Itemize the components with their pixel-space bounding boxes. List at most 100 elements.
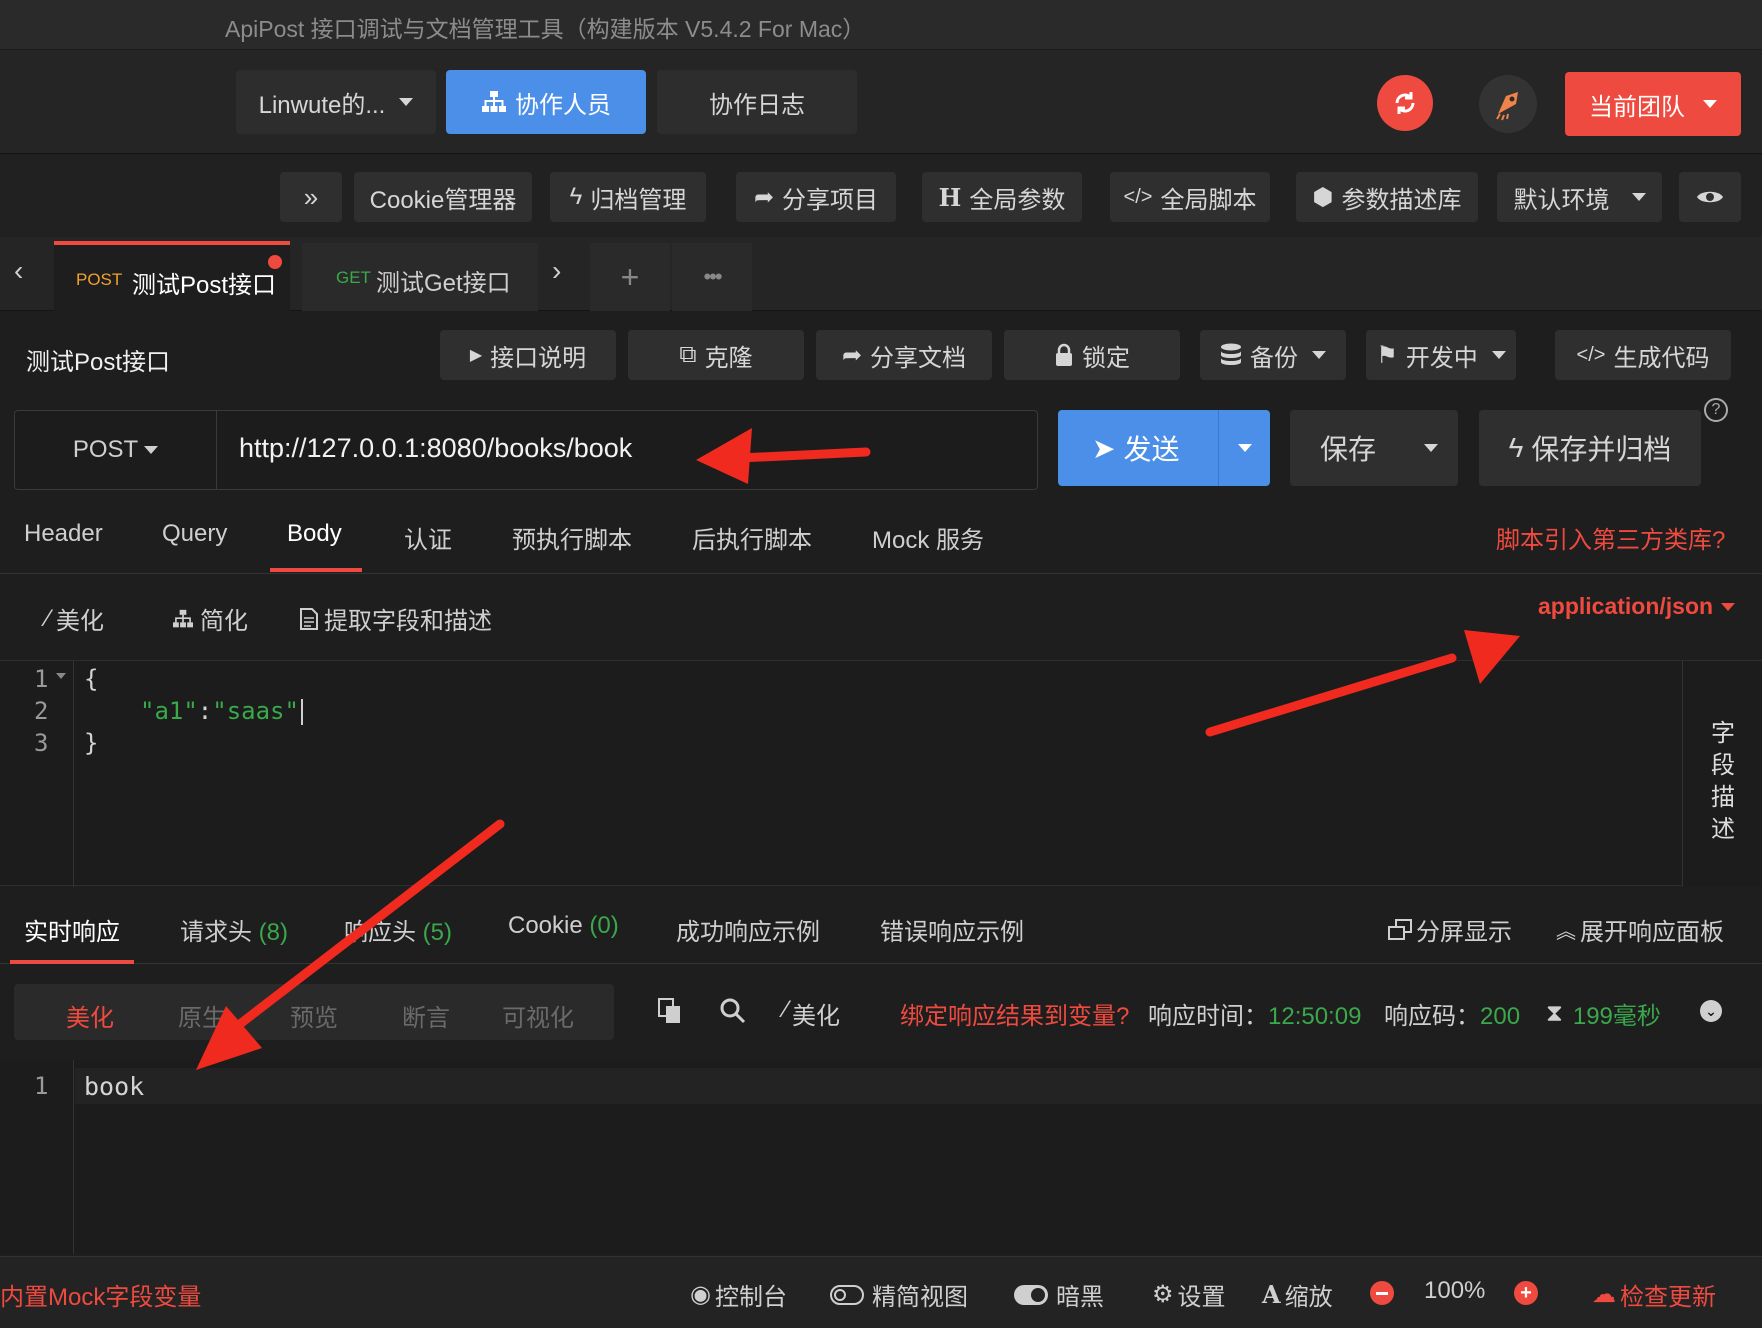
archive-manager-button[interactable]: ϟ 归档管理 xyxy=(550,172,706,222)
status-select[interactable]: ⚑ 开发中 xyxy=(1366,330,1516,380)
collab-log-button[interactable]: 协作日志 xyxy=(657,70,857,134)
clone-button[interactable]: ⧉ 克隆 xyxy=(628,330,804,380)
response-toolbar: 美化 原生 预览 断言 可视化 ⁄ 美化 绑定响应结果到变量? 响应时间：12:5… xyxy=(0,966,1762,1058)
tab-method: POST xyxy=(76,270,123,289)
chevron-down-icon xyxy=(1312,351,1326,359)
global-script-button[interactable]: </> 全局脚本 xyxy=(1110,172,1270,222)
tab-query[interactable]: Query xyxy=(162,520,227,548)
response-beautify-button[interactable]: ⁄ 美化 xyxy=(784,996,840,1031)
third-party-library-link[interactable]: 脚本引入第三方类库? xyxy=(1496,520,1725,555)
mock-variables-link[interactable]: 内置Mock字段变量 xyxy=(0,1277,201,1312)
mode-raw[interactable]: 原生 xyxy=(178,998,226,1033)
avatar[interactable] xyxy=(1479,75,1537,133)
api-description-label: 接口说明 xyxy=(490,344,587,372)
fold-icon[interactable] xyxy=(56,673,66,679)
tab-more-button[interactable]: ••• xyxy=(672,243,752,311)
tab-error-example[interactable]: 错误响应示例 xyxy=(880,912,1024,947)
save-archive-button[interactable]: ϟ 保存并归档 xyxy=(1479,410,1701,486)
download-response-button[interactable]: ⌄ xyxy=(1700,1000,1722,1022)
add-tab-button[interactable]: + xyxy=(590,243,670,311)
tab-pre-script[interactable]: 预执行脚本 xyxy=(512,520,632,555)
tab-cookie-count: (0) xyxy=(589,912,619,939)
collaborators-button[interactable]: 协作人员 xyxy=(446,70,646,134)
toolbar-more-button[interactable]: » xyxy=(280,172,342,222)
tab-auth[interactable]: 认证 xyxy=(404,520,452,555)
team-select[interactable]: Linwute的... xyxy=(236,70,436,134)
extract-fields-button[interactable]: 提取字段和描述 xyxy=(300,601,492,636)
send-button[interactable]: ➤ 发送 xyxy=(1058,410,1270,486)
param-desc-library-button[interactable]: ⬢ 参数描述库 xyxy=(1296,172,1478,222)
tab-post-script[interactable]: 后执行脚本 xyxy=(692,520,812,555)
environment-label: 默认环境 xyxy=(1513,186,1610,214)
bolt-icon: ϟ xyxy=(1508,432,1524,463)
chevron-down-icon xyxy=(1491,351,1506,359)
line-number: 1 xyxy=(34,1072,49,1100)
current-team-button[interactable]: 当前团队 xyxy=(1565,72,1741,136)
expand-panel-button[interactable]: ︽ 展开响应面板 xyxy=(1556,912,1724,947)
caret-right-icon: ▶ xyxy=(469,347,483,364)
search-response-button[interactable] xyxy=(720,998,746,1029)
document-icon xyxy=(300,607,318,630)
simplify-button[interactable]: 简化 xyxy=(172,601,248,636)
tab-success-example[interactable]: 成功响应示例 xyxy=(676,912,820,947)
content-type-select[interactable]: application/json xyxy=(1538,593,1736,620)
zoom-out-button[interactable] xyxy=(1370,1281,1394,1305)
lock-button[interactable]: 锁定 xyxy=(1004,330,1180,380)
method-select[interactable]: POST xyxy=(15,411,217,489)
tabs-scroll-left[interactable]: ‹ xyxy=(14,255,23,287)
tab-body[interactable]: Body xyxy=(287,520,342,548)
mode-preview[interactable]: 预览 xyxy=(290,998,338,1033)
chevron-down-icon[interactable] xyxy=(1424,444,1438,452)
url-input[interactable]: http://127.0.0.1:8080/books/book xyxy=(239,433,632,464)
tab-realtime-response[interactable]: 实时响应 xyxy=(24,912,120,947)
help-icon[interactable]: ? xyxy=(1704,398,1728,422)
chevron-down-icon[interactable] xyxy=(1238,444,1252,452)
window-title: ApiPost 接口调试与文档管理工具（构建版本 V5.4.2 For Mac） xyxy=(225,16,866,42)
tab-cookie[interactable]: Cookie (0) xyxy=(508,912,619,940)
tab-mock-service[interactable]: Mock 服务 xyxy=(872,520,984,555)
console-button[interactable]: ◉ 控制台 xyxy=(690,1277,787,1312)
cookie-manager-button[interactable]: Cookie管理器 xyxy=(354,172,532,222)
check-update-button[interactable]: ☁ 检查更新 xyxy=(1592,1277,1716,1312)
tab-get-request[interactable]: GET 测试Get接口 xyxy=(302,243,538,311)
response-body[interactable]: 1 book xyxy=(0,1060,1762,1254)
tab-header[interactable]: Header xyxy=(24,520,103,548)
tabs-scroll-right[interactable]: › xyxy=(552,255,561,287)
share-project-button[interactable]: ➦ 分享项目 xyxy=(736,172,896,222)
code-close-brace: } xyxy=(84,729,99,757)
copy-response-button[interactable] xyxy=(658,998,682,1029)
environment-select[interactable]: 默认环境 xyxy=(1497,172,1662,222)
api-description-button[interactable]: ▶ 接口说明 xyxy=(440,330,616,380)
split-view-button[interactable]: 分屏显示 xyxy=(1388,912,1512,947)
tab-response-headers[interactable]: 响应头 (5) xyxy=(344,912,452,947)
cube-icon: ⬢ xyxy=(1312,183,1334,211)
body-editor[interactable]: 1 2 3 { "a1":"saas" } xyxy=(0,660,1682,887)
dark-mode-toggle[interactable]: 暗黑 xyxy=(1014,1277,1104,1312)
settings-button[interactable]: ⚙ 设置 xyxy=(1152,1277,1226,1312)
share-doc-button[interactable]: ➦ 分享文档 xyxy=(816,330,992,380)
global-params-button[interactable]: H 全局参数 xyxy=(922,172,1082,222)
send-dropdown-divider xyxy=(1218,410,1219,486)
cloud-download-icon: ☁ xyxy=(1592,1281,1616,1308)
generate-code-button[interactable]: </> 生成代码 xyxy=(1555,330,1731,380)
mode-assert[interactable]: 断言 xyxy=(402,998,450,1033)
bind-variable-link[interactable]: 绑定响应结果到变量? xyxy=(900,996,1129,1031)
compact-view-toggle[interactable]: 精简视图 xyxy=(830,1277,968,1312)
field-description-panel[interactable]: 字 段 描 述 xyxy=(1682,660,1762,886)
beautify-button[interactable]: ⁄ 美化 xyxy=(46,601,104,636)
status-label: 开发中 xyxy=(1405,344,1478,372)
zoom-in-button[interactable]: + xyxy=(1514,1281,1538,1305)
flag-icon: ⚑ xyxy=(1376,341,1398,369)
mode-beautify[interactable]: 美化 xyxy=(66,998,114,1033)
sync-button[interactable] xyxy=(1377,75,1433,131)
environment-view-button[interactable] xyxy=(1679,172,1741,222)
response-time-label: 响应时间： xyxy=(1148,1003,1268,1030)
plus-icon: + xyxy=(1520,1282,1532,1304)
tab-response-headers-label: 响应头 xyxy=(344,919,416,946)
mode-visualize[interactable]: 可视化 xyxy=(502,998,574,1033)
json-colon: : xyxy=(197,697,213,725)
tab-request-headers[interactable]: 请求头 (8) xyxy=(180,912,288,947)
backup-button[interactable]: 备份 xyxy=(1200,330,1346,380)
tab-post-request[interactable]: POST 测试Post接口 xyxy=(54,241,290,311)
save-button[interactable]: 保存 xyxy=(1290,410,1458,486)
